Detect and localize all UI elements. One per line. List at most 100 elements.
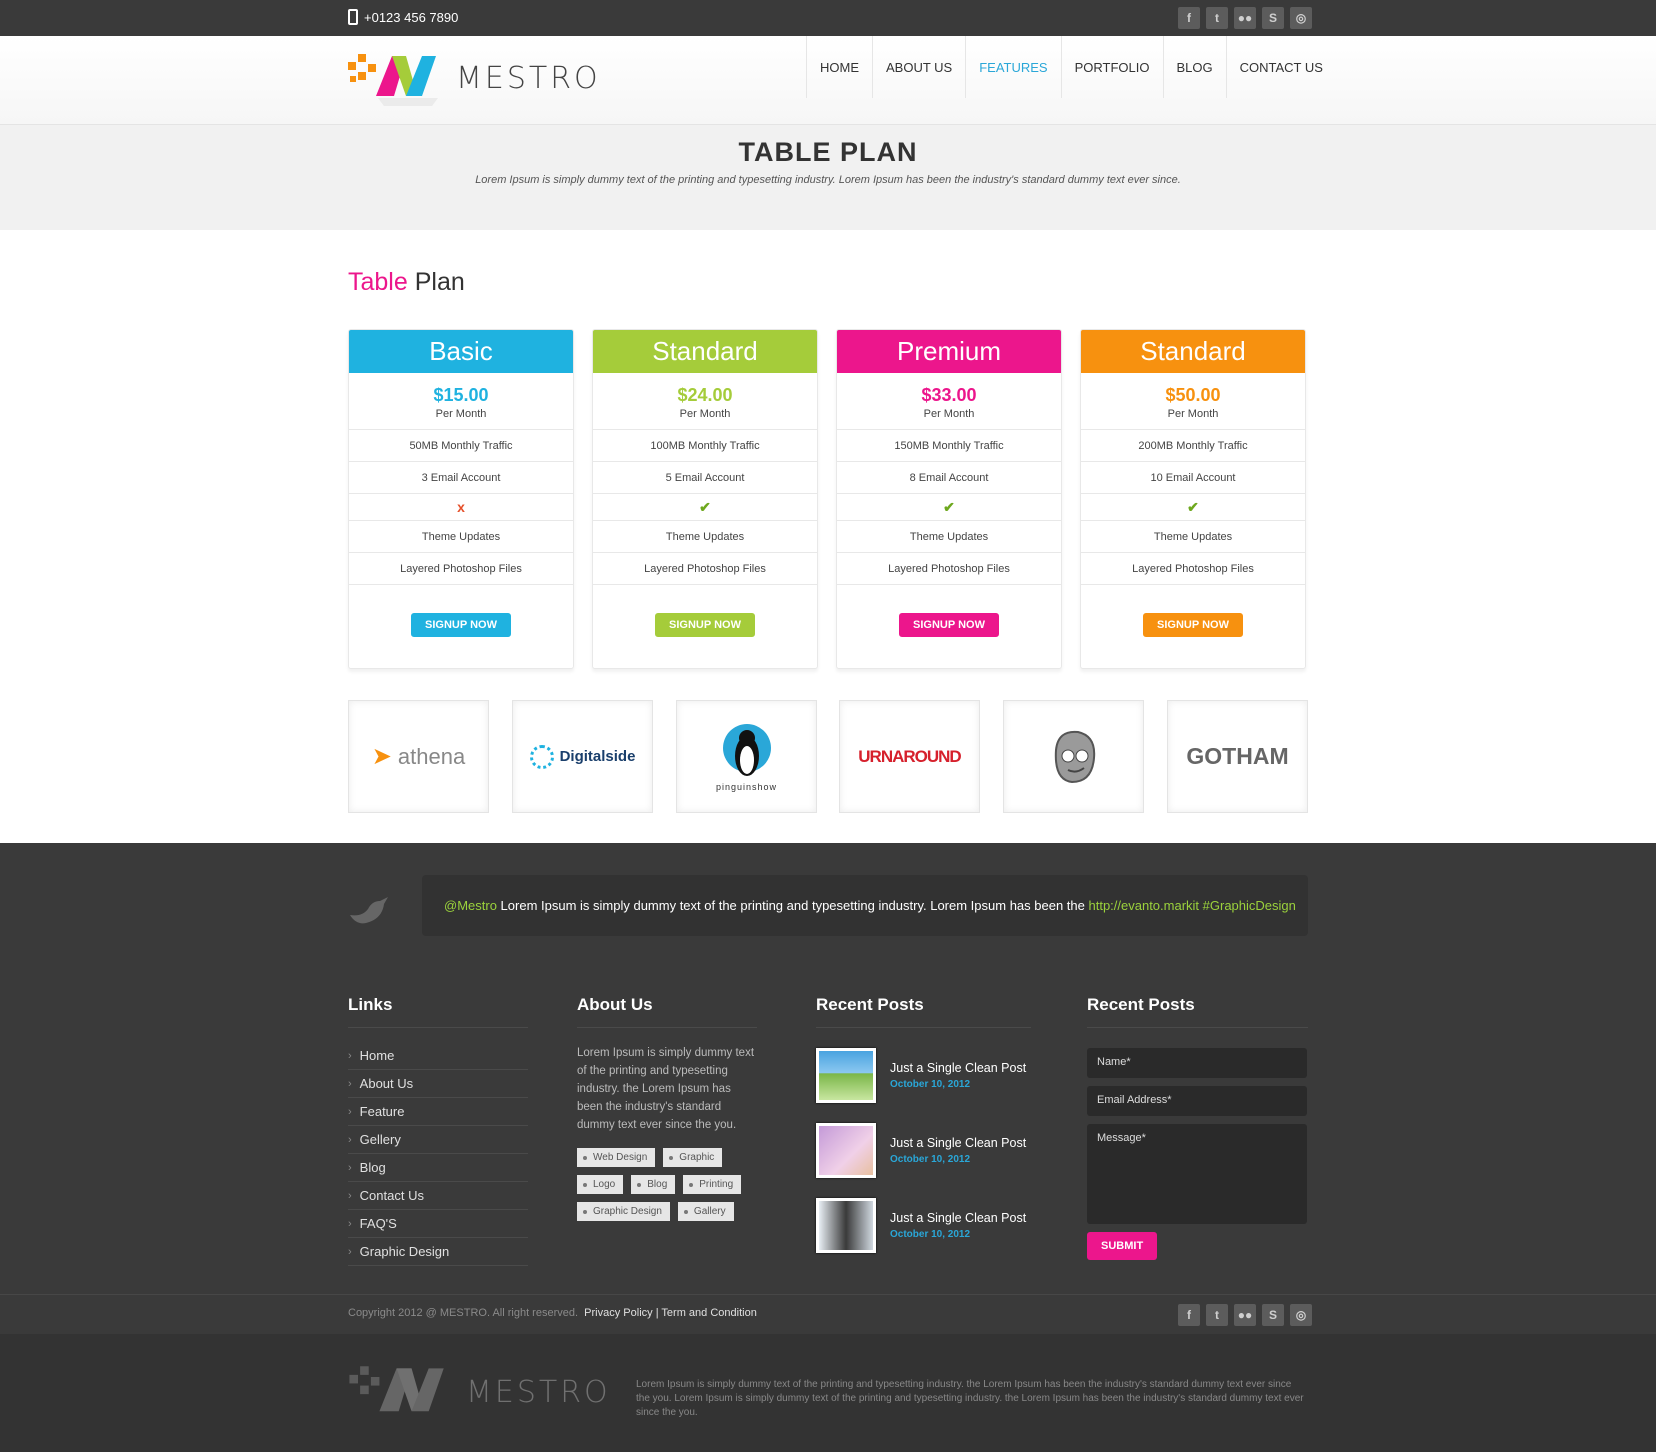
tweet-handle[interactable]: @Mestro	[444, 898, 497, 913]
submit-button[interactable]: SUBMIT	[1087, 1232, 1158, 1260]
footer-link[interactable]: › About Us	[348, 1070, 528, 1098]
plan-price: $50.00	[1165, 385, 1221, 405]
copyright: Copyright 2012 @ MESTRO. All right reser…	[348, 1307, 757, 1319]
plan-feature: x	[349, 494, 573, 521]
top-bar: +0123 456 7890 f t ●● S ◎	[0, 0, 1656, 36]
footer-link-label: Home	[359, 1048, 395, 1063]
tag[interactable]: Gallery	[677, 1202, 734, 1221]
plan-files: Layered Photoshop Files	[593, 553, 817, 585]
plan-email: 8 Email Account	[837, 462, 1061, 494]
plan-period: Per Month	[593, 408, 817, 430]
client-logo-digitalside[interactable]: Digitalside	[512, 700, 653, 813]
footer-links-title: Links	[348, 995, 528, 1028]
footer-about-title: About Us	[577, 995, 757, 1028]
dribbble-icon[interactable]: ◎	[1290, 1304, 1312, 1326]
recent-post[interactable]: Just a Single Clean Post October 10, 2012	[816, 1048, 1031, 1103]
post-title[interactable]: Just a Single Clean Post	[890, 1136, 1026, 1150]
tag[interactable]: Graphic Design	[577, 1202, 670, 1221]
logo[interactable]: MESTRO	[348, 50, 601, 106]
chevron-right-icon: ›	[348, 1217, 352, 1230]
footer-link[interactable]: › Feature	[348, 1098, 528, 1126]
client-logo-pinguinshow[interactable]: pinguinshow	[676, 700, 817, 813]
nav-about-us[interactable]: ABOUT US	[872, 36, 965, 98]
privacy-policy-link[interactable]: Privacy Policy	[584, 1307, 652, 1319]
plan-feature: ✔	[1081, 494, 1305, 521]
footer-link-label: Graphic Design	[359, 1244, 450, 1259]
footer-link[interactable]: › Blog	[348, 1154, 528, 1182]
tweet-link[interactable]: http://evanto.markit #GraphicDesign	[1088, 898, 1295, 913]
skype-icon[interactable]: S	[1262, 1304, 1284, 1326]
footer-link[interactable]: › Contact Us	[348, 1182, 528, 1210]
chevron-right-icon: ›	[348, 1049, 352, 1062]
nav-features[interactable]: FEATURES	[965, 36, 1060, 98]
twitter-icon[interactable]: t	[1206, 7, 1228, 29]
footer-link[interactable]: › Gellery	[348, 1126, 528, 1154]
message-field[interactable]: Message*	[1087, 1124, 1307, 1224]
plan-updates: Theme Updates	[593, 521, 817, 553]
cartoon-face-icon	[1054, 730, 1095, 783]
facebook-icon[interactable]: f	[1178, 1304, 1200, 1326]
email-field[interactable]: Email Address*	[1087, 1086, 1307, 1116]
signup-button[interactable]: SIGNUP NOW	[1143, 613, 1243, 637]
footer-link-label: FAQ'S	[359, 1216, 397, 1231]
twitter-icon[interactable]: t	[1206, 1304, 1228, 1326]
recent-post[interactable]: Just a Single Clean Post October 10, 2012	[816, 1198, 1031, 1253]
client-name: URNAROUND	[858, 746, 961, 766]
footer-posts-title: Recent Posts	[816, 995, 1031, 1028]
post-thumbnail[interactable]	[816, 1048, 876, 1103]
tag[interactable]: Blog	[631, 1175, 676, 1194]
terms-link[interactable]: Term and Condition	[661, 1307, 756, 1319]
plan-period: Per Month	[349, 408, 573, 430]
page-title: TABLE PLAN	[738, 137, 918, 167]
page-title-banner: TABLE PLAN Lorem Ipsum is simply dummy t…	[0, 124, 1656, 230]
social-icons-bottom: f t ●● S ◎	[1178, 1304, 1312, 1326]
tag[interactable]: Web Design	[577, 1148, 656, 1167]
social-icons-top: f t ●● S ◎	[1178, 7, 1312, 29]
post-title[interactable]: Just a Single Clean Post	[890, 1211, 1026, 1225]
copyright-bar: Copyright 2012 @ MESTRO. All right reser…	[0, 1294, 1656, 1334]
footer-logo[interactable]: MESTRO	[348, 1362, 611, 1422]
client-name: Digitalside	[559, 748, 636, 765]
signup-button[interactable]: SIGNUP NOW	[411, 613, 511, 637]
plan-period: Per Month	[1081, 408, 1305, 430]
pricing-plan: Standard $24.00 Per Month 100MB Monthly …	[592, 329, 818, 669]
flickr-icon[interactable]: ●●	[1234, 7, 1256, 29]
plan-updates: Theme Updates	[1081, 521, 1305, 553]
post-title[interactable]: Just a Single Clean Post	[890, 1061, 1026, 1075]
dribbble-icon[interactable]: ◎	[1290, 7, 1312, 29]
dots-ring-icon	[529, 744, 554, 769]
client-logo-urnaround[interactable]: URNAROUND	[839, 700, 980, 813]
plan-email: 10 Email Account	[1081, 462, 1305, 494]
recent-post[interactable]: Just a Single Clean Post October 10, 2012	[816, 1123, 1031, 1178]
plan-feature: ✔	[837, 494, 1061, 521]
client-logo-cartoon[interactable]	[1003, 700, 1144, 813]
signup-button[interactable]: SIGNUP NOW	[655, 613, 755, 637]
phone-number: +0123 456 7890	[364, 9, 459, 25]
footer-form-title: Recent Posts	[1087, 995, 1308, 1028]
footer-link[interactable]: › Home	[348, 1042, 528, 1070]
nav-home[interactable]: HOME	[806, 36, 872, 98]
tag[interactable]: Logo	[577, 1175, 624, 1194]
footer-link[interactable]: › Graphic Design	[348, 1238, 528, 1266]
facebook-icon[interactable]: f	[1178, 7, 1200, 29]
nav-contact-us[interactable]: CONTACT US	[1225, 36, 1336, 98]
footer-about-text: Lorem Ipsum is simply dummy text of the …	[577, 1047, 755, 1131]
nav-blog[interactable]: BLOG	[1162, 36, 1226, 98]
tag[interactable]: Printing	[683, 1175, 742, 1194]
signup-button[interactable]: SIGNUP NOW	[899, 613, 999, 637]
post-thumbnail[interactable]	[816, 1198, 876, 1253]
post-thumbnail[interactable]	[816, 1123, 876, 1178]
flickr-icon[interactable]: ●●	[1234, 1304, 1256, 1326]
footer-links: Links › Home › About Us › Feature › Gellery › Blo…	[348, 995, 528, 1266]
footer-link-label: Blog	[359, 1160, 386, 1175]
nav-portfolio[interactable]: PORTFOLIO	[1060, 36, 1163, 98]
footer-link[interactable]: › FAQ'S	[348, 1210, 528, 1238]
name-field[interactable]: Name*	[1087, 1048, 1307, 1078]
client-logo-gotham[interactable]: GOTHAM	[1167, 700, 1308, 813]
tag[interactable]: Graphic	[663, 1148, 723, 1167]
plan-traffic: 200MB Monthly Traffic	[1081, 430, 1305, 462]
client-logo-athena[interactable]: ➤ athena	[348, 700, 489, 813]
skype-icon[interactable]: S	[1262, 7, 1284, 29]
plan-traffic: 150MB Monthly Traffic	[837, 430, 1061, 462]
twitter-bar: @Mestro Lorem Ipsum is simply dummy text…	[0, 843, 1656, 967]
